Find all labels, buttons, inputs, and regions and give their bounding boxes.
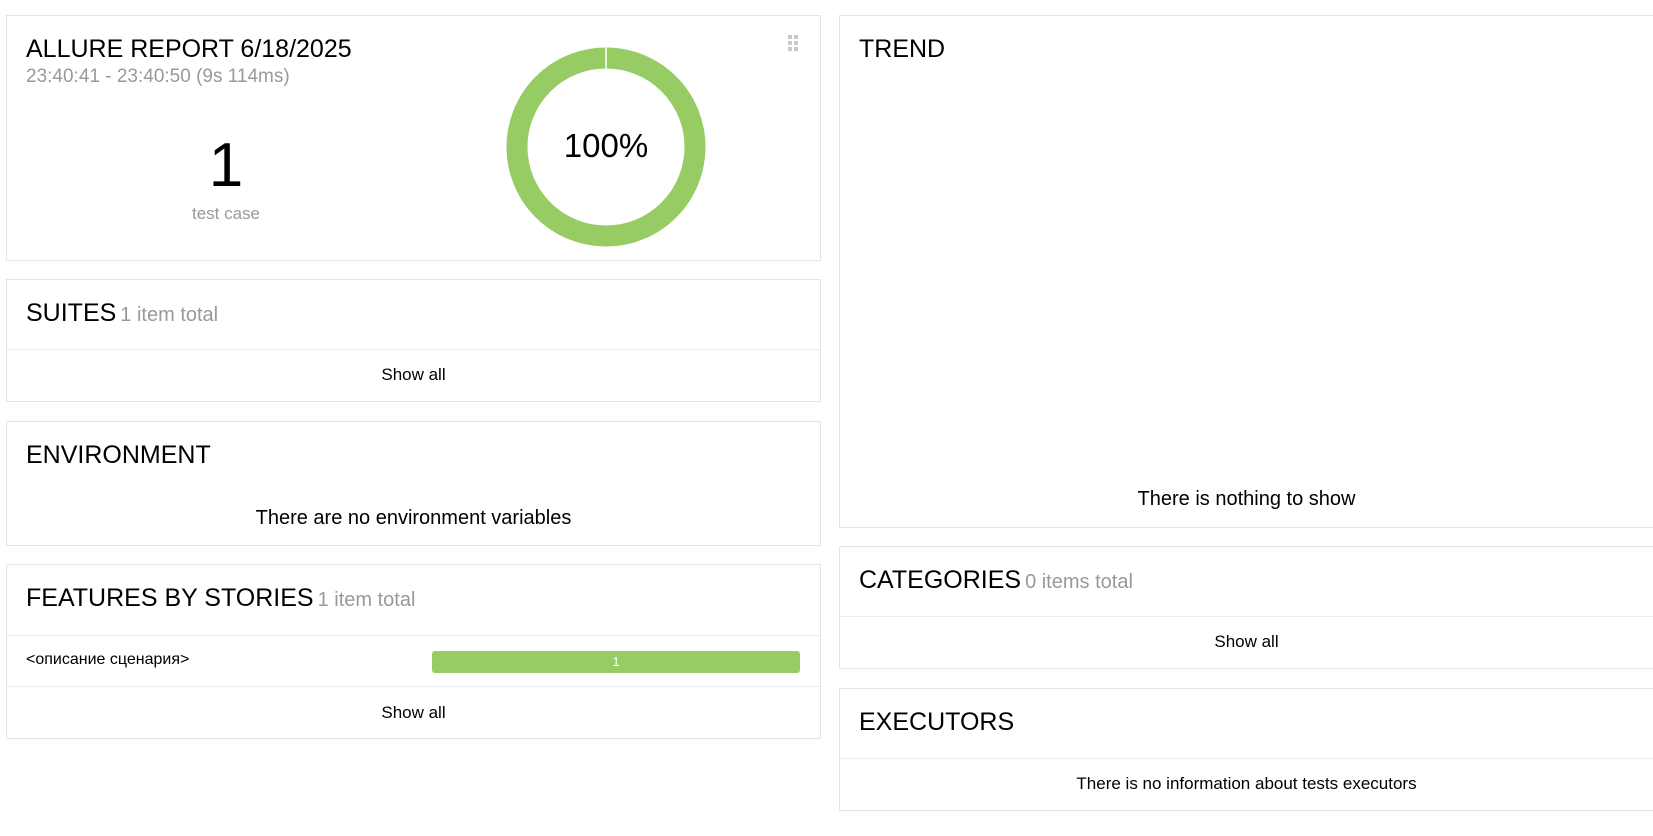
features-title: FEATURES BY STORIES: [26, 584, 314, 612]
summary-widget: ALLURE REPORT 6/18/2025 23:40:41 - 23:40…: [6, 15, 821, 261]
suites-widget: SUITES 1 item total Show all: [6, 279, 821, 402]
categories-show-all-link[interactable]: Show all: [840, 632, 1653, 652]
feature-row-label: <описание сценария>: [26, 651, 190, 668]
suites-header: SUITES 1 item total: [26, 299, 218, 328]
test-count: 1: [208, 131, 244, 200]
divider: [840, 758, 1653, 759]
trend-widget: TREND There is nothing to show: [839, 15, 1653, 528]
environment-title: ENVIRONMENT: [26, 441, 211, 469]
features-header: FEATURES BY STORIES 1 item total: [26, 584, 415, 613]
test-count-label: test case: [191, 204, 261, 223]
environment-widget: ENVIRONMENT There are no environment var…: [6, 421, 821, 546]
trend-title: TREND: [859, 35, 946, 63]
features-widget: FEATURES BY STORIES 1 item total <описани…: [6, 564, 821, 739]
environment-empty-text: There are no environment variables: [255, 507, 572, 529]
feature-row-passed-count: 1: [612, 654, 620, 669]
categories-count: 0 items total: [1025, 571, 1133, 593]
categories-title: CATEGORIES: [859, 566, 1022, 594]
donut-percent: 100%: [563, 127, 649, 164]
drag-handle-icon[interactable]: [788, 35, 800, 51]
executors-title: EXECUTORS: [859, 708, 1015, 736]
feature-row-passed-bar[interactable]: 1: [432, 651, 800, 673]
categories-widget: CATEGORIES 0 items total Show all: [839, 546, 1653, 669]
categories-header: CATEGORIES 0 items total: [859, 566, 1133, 595]
suites-count: 1 item total: [120, 304, 219, 326]
divider: [7, 686, 820, 687]
executors-widget: EXECUTORS There is no information about …: [839, 688, 1653, 811]
feature-row[interactable]: <описание сценария> 1: [7, 636, 820, 686]
features-count: 1 item total: [317, 589, 416, 611]
trend-empty-text: There is nothing to show: [1137, 488, 1356, 510]
executors-empty-text: There is no information about tests exec…: [1076, 774, 1417, 793]
divider: [840, 616, 1653, 617]
features-show-all-link[interactable]: Show all: [7, 703, 820, 723]
suites-title: SUITES: [26, 299, 117, 327]
report-time-range: 23:40:41 - 23:40:50 (9s 114ms): [26, 66, 290, 87]
report-title: ALLURE REPORT 6/18/2025: [26, 35, 352, 63]
suites-show-all-link[interactable]: Show all: [7, 365, 820, 385]
divider: [7, 349, 820, 350]
